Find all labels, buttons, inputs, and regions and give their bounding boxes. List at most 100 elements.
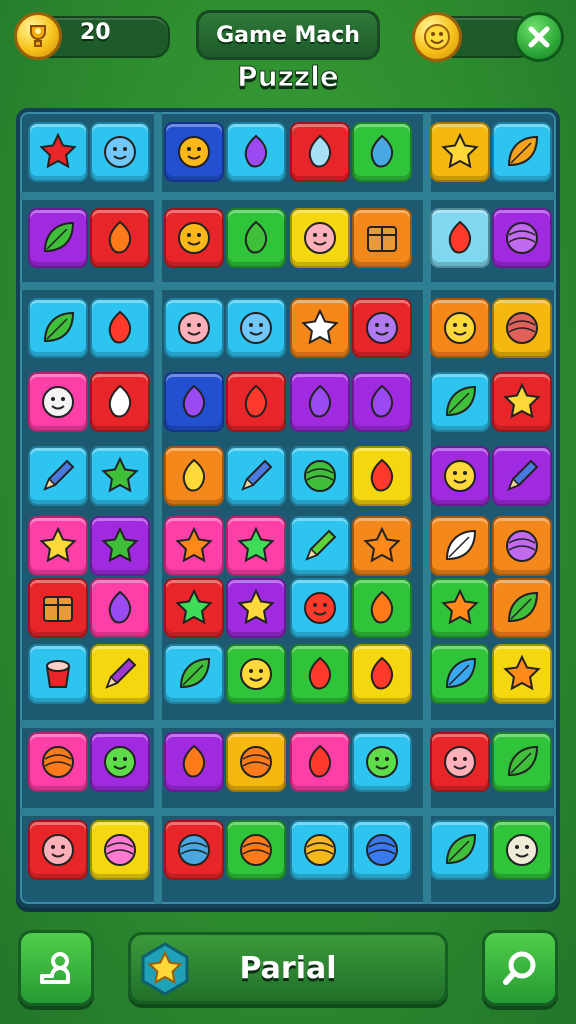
game-tile[interactable] bbox=[430, 208, 490, 268]
game-tile[interactable] bbox=[430, 732, 490, 792]
game-tile[interactable] bbox=[290, 516, 350, 576]
game-tile[interactable] bbox=[28, 122, 88, 182]
game-tile[interactable] bbox=[290, 446, 350, 506]
game-tile[interactable] bbox=[90, 208, 150, 268]
game-tile[interactable] bbox=[290, 578, 350, 638]
game-tile[interactable] bbox=[492, 372, 552, 432]
game-tile[interactable] bbox=[430, 298, 490, 358]
game-tile[interactable] bbox=[28, 820, 88, 880]
game-tile[interactable] bbox=[290, 820, 350, 880]
game-tile[interactable] bbox=[90, 122, 150, 182]
game-tile[interactable] bbox=[90, 644, 150, 704]
game-tile[interactable] bbox=[28, 644, 88, 704]
game-tile[interactable] bbox=[492, 578, 552, 638]
game-tile[interactable] bbox=[492, 208, 552, 268]
game-tile[interactable] bbox=[164, 298, 224, 358]
game-tile[interactable] bbox=[164, 208, 224, 268]
game-tile[interactable] bbox=[90, 446, 150, 506]
game-tile[interactable] bbox=[226, 122, 286, 182]
game-tile[interactable] bbox=[164, 732, 224, 792]
game-tile[interactable] bbox=[290, 732, 350, 792]
game-tile[interactable] bbox=[290, 372, 350, 432]
game-tile[interactable] bbox=[492, 820, 552, 880]
game-tile[interactable] bbox=[226, 446, 286, 506]
close-button[interactable] bbox=[514, 12, 564, 62]
game-tile[interactable] bbox=[352, 446, 412, 506]
game-tile[interactable] bbox=[290, 298, 350, 358]
game-tile[interactable] bbox=[28, 732, 88, 792]
game-tile[interactable] bbox=[226, 732, 286, 792]
game-tile[interactable] bbox=[352, 820, 412, 880]
game-tile[interactable] bbox=[430, 446, 490, 506]
game-tile[interactable] bbox=[430, 516, 490, 576]
profile-button[interactable] bbox=[18, 930, 94, 1006]
game-tile[interactable] bbox=[290, 122, 350, 182]
game-tile[interactable] bbox=[430, 820, 490, 880]
game-tile[interactable] bbox=[90, 372, 150, 432]
game-tile[interactable] bbox=[492, 516, 552, 576]
status-label: Parial bbox=[239, 951, 337, 986]
game-tile[interactable] bbox=[28, 578, 88, 638]
game-tile[interactable] bbox=[492, 732, 552, 792]
game-tile[interactable] bbox=[352, 298, 412, 358]
game-tile[interactable] bbox=[226, 372, 286, 432]
pink-face-icon bbox=[444, 746, 476, 778]
game-tile[interactable] bbox=[352, 208, 412, 268]
game-tile[interactable] bbox=[226, 820, 286, 880]
game-tile[interactable] bbox=[164, 516, 224, 576]
game-tile[interactable] bbox=[28, 516, 88, 576]
game-tile[interactable] bbox=[352, 372, 412, 432]
game-tile[interactable] bbox=[352, 732, 412, 792]
game-tile[interactable] bbox=[28, 372, 88, 432]
game-subtitle: Puzzle bbox=[237, 60, 340, 94]
game-tile[interactable] bbox=[430, 644, 490, 704]
pink-pig-icon bbox=[304, 222, 336, 254]
leaf-icon bbox=[445, 385, 477, 417]
game-tile[interactable] bbox=[28, 446, 88, 506]
game-tile[interactable] bbox=[90, 578, 150, 638]
game-tile[interactable] bbox=[430, 578, 490, 638]
game-tile[interactable] bbox=[430, 372, 490, 432]
game-tile[interactable] bbox=[226, 516, 286, 576]
trophy-coin-icon bbox=[14, 12, 62, 60]
board-divider bbox=[20, 282, 556, 290]
game-tile[interactable] bbox=[90, 820, 150, 880]
game-tile[interactable] bbox=[164, 446, 224, 506]
crate-icon bbox=[367, 226, 397, 252]
red-bird-icon bbox=[370, 656, 394, 690]
game-tile[interactable] bbox=[226, 298, 286, 358]
game-tile[interactable] bbox=[226, 578, 286, 638]
game-tile[interactable] bbox=[352, 122, 412, 182]
game-tile[interactable] bbox=[164, 820, 224, 880]
ghost-icon bbox=[42, 386, 74, 418]
white-star-icon bbox=[301, 308, 339, 345]
game-tile[interactable] bbox=[90, 516, 150, 576]
game-tile[interactable] bbox=[290, 644, 350, 704]
game-tile[interactable] bbox=[492, 446, 552, 506]
game-tile[interactable] bbox=[290, 208, 350, 268]
search-button[interactable] bbox=[482, 930, 558, 1006]
game-tile[interactable] bbox=[492, 644, 552, 704]
game-tile[interactable] bbox=[28, 298, 88, 358]
game-tile[interactable] bbox=[352, 578, 412, 638]
red-dragon-icon bbox=[308, 656, 332, 690]
game-tile[interactable] bbox=[164, 372, 224, 432]
robot-icon bbox=[506, 834, 538, 866]
smiley-hint-icon[interactable] bbox=[412, 12, 462, 62]
purple-balloon-icon bbox=[506, 222, 538, 254]
game-tile[interactable] bbox=[492, 298, 552, 358]
game-tile[interactable] bbox=[90, 732, 150, 792]
game-tile[interactable] bbox=[430, 122, 490, 182]
game-tile[interactable] bbox=[164, 644, 224, 704]
game-tile[interactable] bbox=[164, 122, 224, 182]
green-face-icon bbox=[104, 746, 136, 778]
game-tile[interactable] bbox=[226, 208, 286, 268]
game-tile[interactable] bbox=[90, 298, 150, 358]
close-icon bbox=[528, 26, 550, 48]
game-tile[interactable] bbox=[352, 644, 412, 704]
game-tile[interactable] bbox=[28, 208, 88, 268]
game-tile[interactable] bbox=[492, 122, 552, 182]
game-tile[interactable] bbox=[226, 644, 286, 704]
game-tile[interactable] bbox=[352, 516, 412, 576]
game-tile[interactable] bbox=[164, 578, 224, 638]
